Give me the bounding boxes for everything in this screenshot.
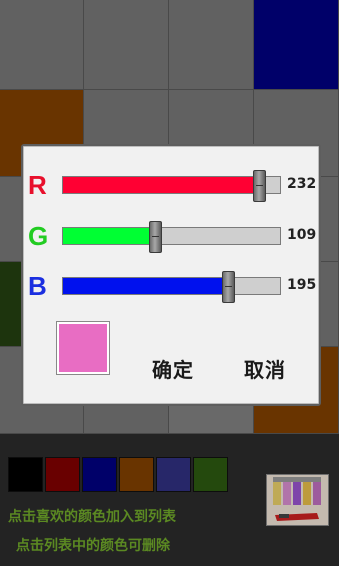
blue-slider-thumb[interactable]	[221, 271, 235, 303]
cancel-button[interactable]: 取消	[244, 354, 286, 383]
red-slider[interactable]	[62, 170, 281, 202]
red-label: R	[28, 170, 47, 200]
color-picker-dialog: R 232 G 109 B 195 确定 取消	[21, 144, 321, 406]
green-fill	[63, 228, 156, 244]
red-value: 232	[287, 176, 317, 192]
green-value: 109	[287, 227, 317, 243]
ok-button[interactable]: 确定	[152, 354, 194, 383]
color-preview	[56, 321, 110, 375]
color-preview-swatch	[59, 324, 107, 372]
blue-slider-row: B 195	[23, 267, 319, 307]
blue-value: 195	[287, 277, 317, 293]
green-slider-thumb[interactable]	[148, 221, 162, 253]
green-slider[interactable]	[62, 221, 281, 253]
green-label: G	[28, 221, 49, 251]
red-slider-row: R 232	[23, 166, 319, 206]
red-slider-thumb[interactable]	[253, 170, 267, 202]
blue-slider[interactable]	[62, 271, 281, 303]
green-slider-row: G 109	[23, 217, 319, 257]
blue-fill	[63, 278, 229, 294]
red-fill	[63, 177, 261, 193]
blue-label: B	[28, 271, 47, 301]
